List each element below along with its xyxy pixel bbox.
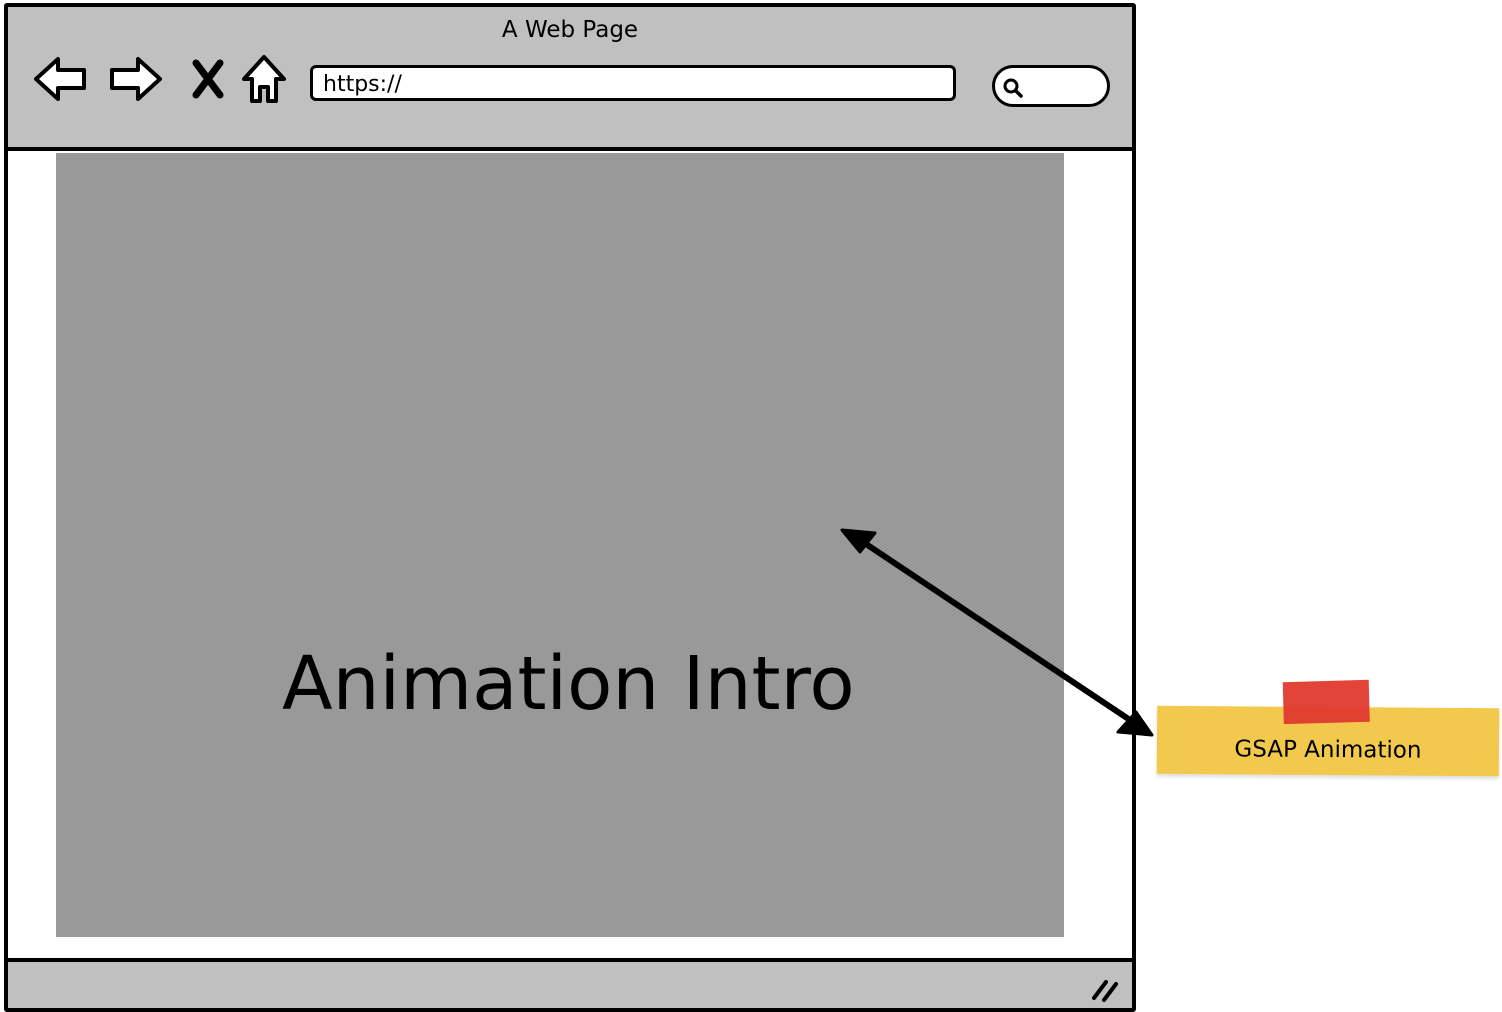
- window-title: A Web Page: [501, 17, 639, 43]
- arrow-right-icon[interactable]: [106, 49, 166, 109]
- hero-heading: Animation Intro: [282, 641, 855, 727]
- close-icon[interactable]: [178, 49, 238, 109]
- browser-titlebar: A Web Page: [8, 7, 1132, 151]
- animation-placeholder: Animation Intro: [56, 153, 1064, 937]
- sticky-tape: [1282, 679, 1370, 725]
- sticky-note-label: GSAP Animation: [1234, 736, 1422, 764]
- canvas: A Web Page https:// Animation Intro GSAP…: [0, 0, 1502, 1012]
- browser-statusbar: [8, 958, 1132, 1008]
- search-icon: [1003, 78, 1023, 98]
- url-input[interactable]: [310, 65, 956, 101]
- sticky-note: GSAP Animation: [1156, 679, 1500, 777]
- resize-grip-icon[interactable]: [1088, 974, 1124, 1004]
- home-icon[interactable]: [234, 49, 294, 109]
- search-input[interactable]: [992, 65, 1110, 107]
- arrow-left-icon[interactable]: [30, 49, 90, 109]
